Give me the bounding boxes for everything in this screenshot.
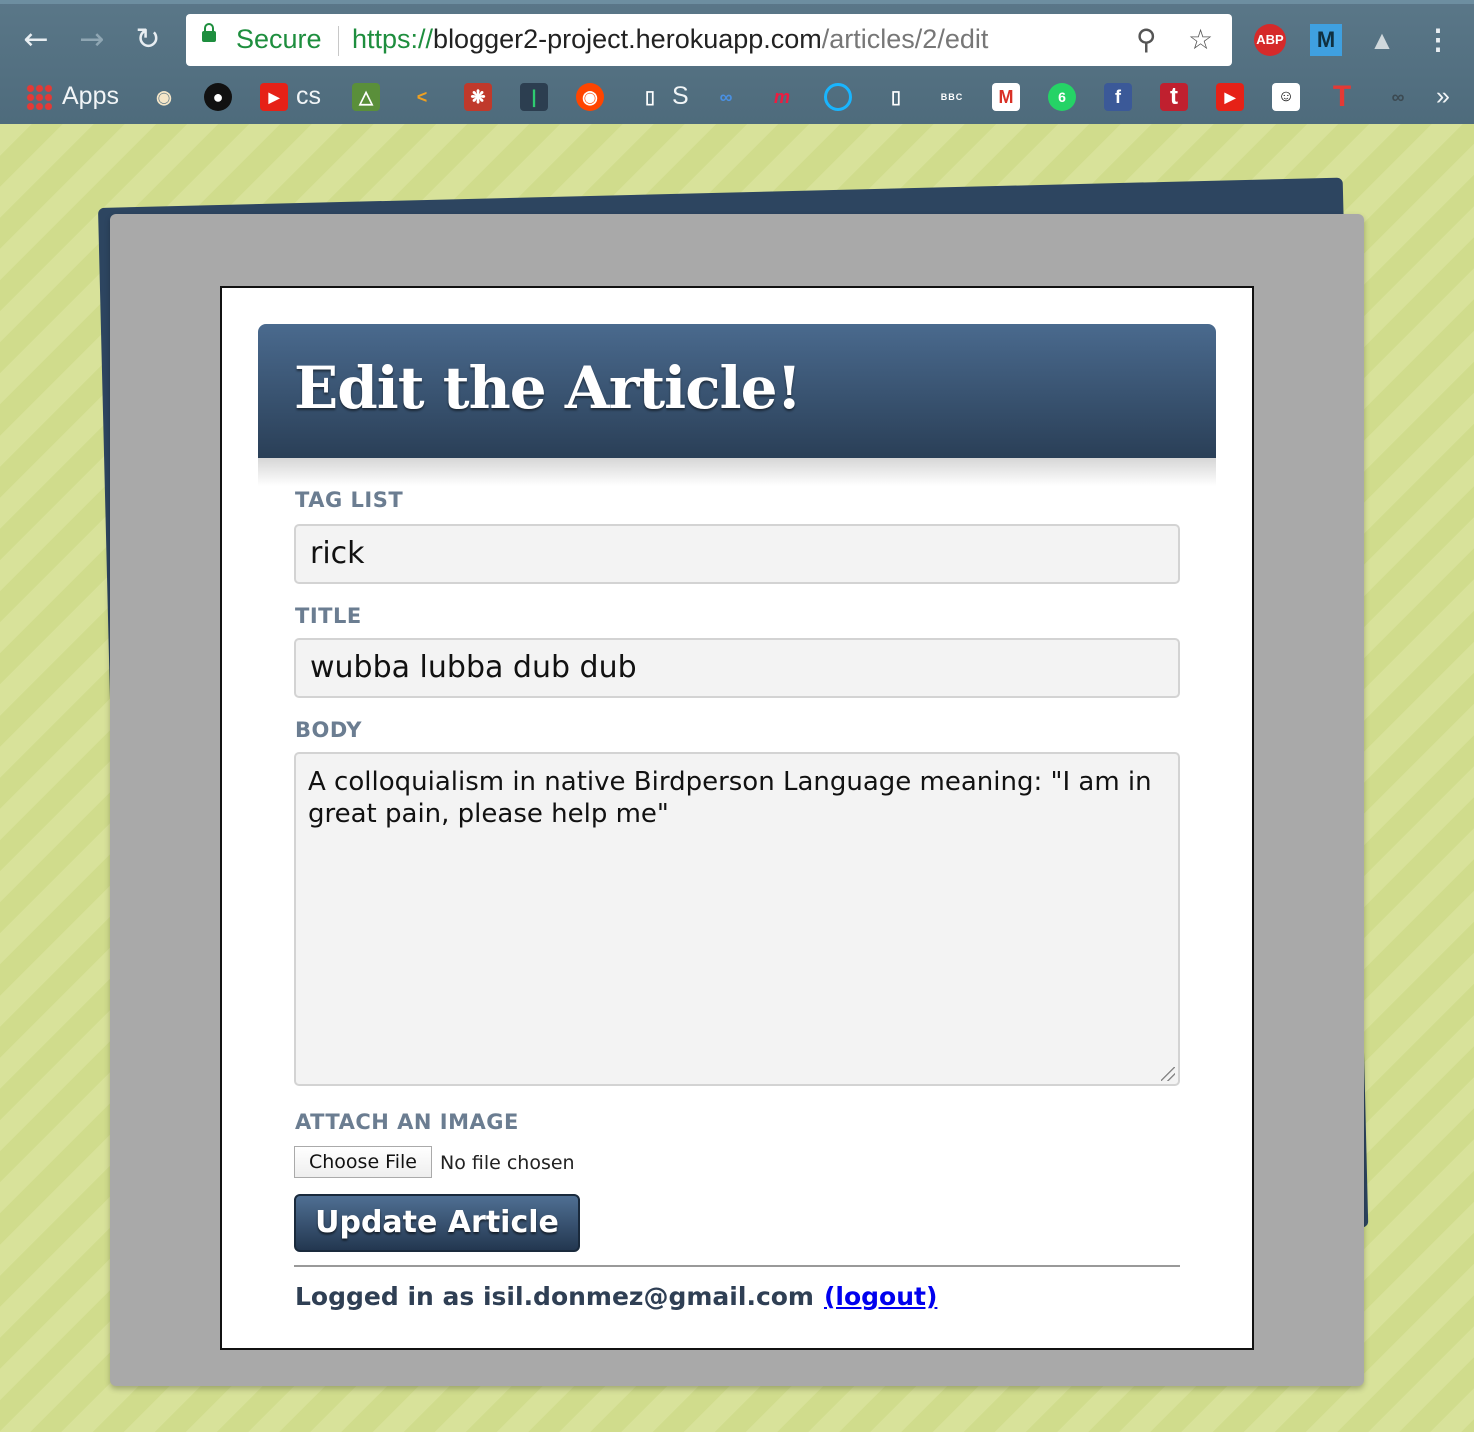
infinity-icon: ∞	[1391, 87, 1405, 108]
infinity-icon: ∞	[719, 87, 733, 108]
body-text: A colloquialism in native Birdperson Lan…	[308, 767, 1152, 829]
choose-file-button[interactable]: Choose File	[294, 1146, 432, 1178]
update-article-button[interactable]: Update Article	[294, 1194, 580, 1252]
github-icon: ●	[204, 83, 232, 112]
back-icon[interactable]: ←	[18, 22, 54, 58]
ring-icon	[824, 83, 852, 112]
logout-link[interactable]: (logout)	[824, 1282, 937, 1311]
page-icon: ▯	[891, 87, 901, 108]
browser-menu-icon[interactable]: ⋮	[1424, 24, 1452, 56]
bookmark-t-big[interactable]: T	[1328, 76, 1364, 116]
bbc-icon: BBC	[940, 92, 964, 103]
title-input[interactable]: wubba lubba dub dub	[294, 638, 1180, 698]
bookmark-meetup[interactable]: m	[768, 76, 804, 116]
bookmarks-overflow[interactable]: »	[1436, 76, 1450, 116]
hackerrank-icon: |	[520, 83, 548, 112]
apps-grid-icon	[26, 84, 52, 111]
bookmark-infinity-blue[interactable]: ∞	[712, 76, 748, 116]
logged-in-text: Logged in as isil.donmez@gmail.com	[295, 1282, 814, 1311]
url-host: blogger2-project.herokuapp.com	[433, 24, 822, 54]
bookmark-circle[interactable]	[824, 76, 860, 116]
bookmark-github[interactable]: ●	[204, 76, 240, 116]
facebook-icon: f	[1104, 83, 1132, 112]
bookmark-page[interactable]: ▯	[882, 76, 918, 116]
lock-icon	[202, 23, 216, 42]
header-shadow	[258, 458, 1216, 486]
browser-toolbar: ← → ↻ Secure https://blogger2-project.he…	[0, 0, 1474, 124]
bookmark-infinity-grey[interactable]: ∞	[1384, 76, 1420, 116]
reddit-icon: ◉	[576, 83, 604, 112]
people-icon: ☺	[1272, 83, 1300, 112]
owl-icon: ◉	[156, 87, 172, 108]
bookmark-cs[interactable]: ▶ cs	[260, 76, 321, 116]
url-path: /articles/2/edit	[821, 24, 989, 54]
bookmark-apps-label: Apps	[62, 82, 119, 110]
page-header: Edit the Article!	[258, 324, 1216, 458]
spiral-icon: ❋	[464, 83, 492, 112]
bookmark-hackerrank[interactable]: |	[520, 76, 556, 116]
whatsapp-icon: 6	[1048, 83, 1076, 112]
bookmark-cs-label: cs	[296, 82, 321, 110]
bookmark-t-red[interactable]: t	[1160, 76, 1196, 116]
body-label: BODY	[295, 718, 362, 742]
bookmark-youtube[interactable]: ▶	[1216, 76, 1252, 116]
meetup-icon: m	[773, 87, 790, 108]
youtube-icon: ▶	[1216, 83, 1244, 112]
tag-list-label: TAG LIST	[295, 488, 404, 512]
bookmark-facebook[interactable]: f	[1104, 76, 1140, 116]
address-bar[interactable]: Secure https://blogger2-project.herokuap…	[186, 14, 1232, 66]
page-title: Edit the Article!	[294, 354, 802, 422]
youtube-icon: ▶	[260, 83, 288, 112]
bookmark-star-icon[interactable]: ☆	[1188, 24, 1213, 56]
footer: Logged in as isil.donmez@gmail.com (logou…	[295, 1282, 937, 1311]
omnibox-separator	[338, 26, 339, 56]
url-text[interactable]: https://blogger2-project.herokuapp.com/a…	[352, 24, 988, 55]
gmail-icon: M	[992, 83, 1020, 112]
secure-label: Secure	[236, 24, 322, 54]
bookmark-s[interactable]: ▯ S	[636, 76, 689, 116]
vine-icon: △	[352, 83, 380, 112]
bookmark-whatsapp[interactable]: 6	[1048, 76, 1084, 116]
t-big-icon: T	[1332, 80, 1352, 114]
bookmark-green[interactable]: △	[352, 76, 388, 116]
forward-icon[interactable]: →	[74, 22, 110, 58]
tag-list-input[interactable]: rick	[294, 524, 1180, 584]
drive-extension-icon[interactable]: ▲	[1366, 24, 1398, 56]
bookmark-red-square[interactable]: ❋	[464, 76, 500, 116]
title-label: TITLE	[295, 604, 362, 628]
bookmark-leetcode[interactable]: <	[408, 76, 444, 116]
page-icon: ▯	[645, 87, 655, 108]
bookmark-reddit[interactable]: ◉	[576, 76, 612, 116]
adblock-extension-icon[interactable]: ABP	[1254, 24, 1286, 56]
t-icon: t	[1160, 83, 1188, 112]
bookmark-apps[interactable]: Apps	[26, 76, 119, 116]
bookmark-gmail[interactable]: M	[992, 76, 1028, 116]
footer-divider	[294, 1265, 1180, 1267]
tab-strip-edge	[0, 0, 1474, 4]
bookmark-owl[interactable]: ◉	[150, 76, 186, 116]
file-status: No file chosen	[440, 1152, 575, 1174]
resize-handle-icon[interactable]	[1161, 1067, 1175, 1081]
m-extension-icon[interactable]: M	[1310, 24, 1342, 56]
zoom-icon[interactable]: ⚲	[1136, 24, 1157, 56]
bookmark-bbc[interactable]: BBC	[936, 76, 976, 116]
body-textarea[interactable]: A colloquialism in native Birdperson Lan…	[294, 752, 1180, 1086]
url-scheme: https://	[352, 24, 434, 54]
attach-image-label: ATTACH AN IMAGE	[295, 1110, 519, 1134]
bookmark-people[interactable]: ☺	[1272, 76, 1308, 116]
leetcode-icon: <	[416, 87, 428, 108]
reload-icon[interactable]: ↻	[130, 22, 166, 58]
bookmark-s-label: S	[672, 82, 689, 110]
bookmarks-bar: Apps ◉ ● ▶ cs △ < ❋ | ◉ ▯ S ∞ m ▯ BBC M 6 …	[0, 76, 1474, 116]
